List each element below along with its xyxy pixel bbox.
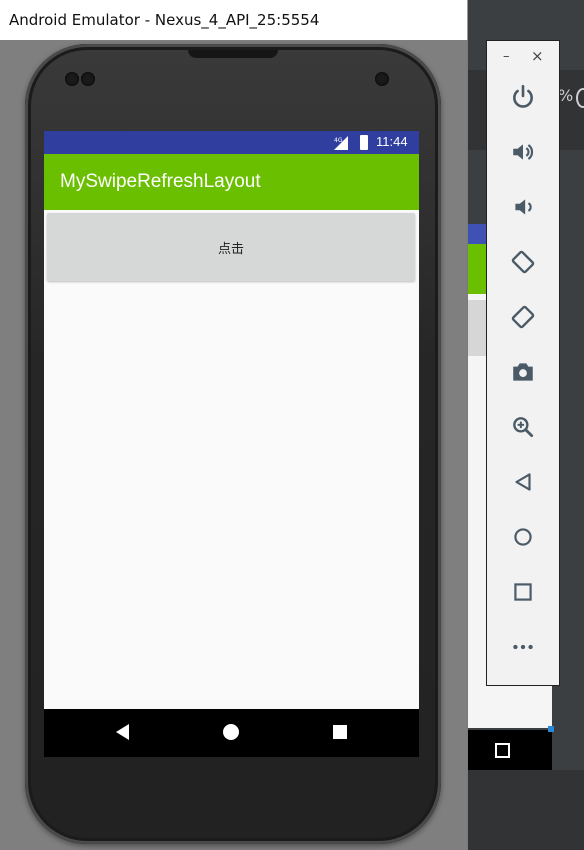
device-screen[interactable]: 4G 11:44 MySwipeRefreshLayout 点击 xyxy=(44,131,419,757)
click-button[interactable]: 点击 xyxy=(47,213,415,281)
ide-percent-text: % xyxy=(558,86,574,105)
resize-handle[interactable] xyxy=(548,726,554,732)
overview-icon xyxy=(514,583,532,601)
status-bar: 4G 11:44 xyxy=(44,131,419,154)
navigation-bar xyxy=(44,709,419,757)
background-nav-bar xyxy=(468,730,552,770)
home-icon[interactable] xyxy=(223,724,239,740)
window-title: Android Emulator - Nexus_4_API_25:5554 xyxy=(9,11,320,29)
speaker-grill xyxy=(188,50,278,58)
rotate-left-button[interactable] xyxy=(505,244,541,280)
rotate-right-icon xyxy=(511,305,535,329)
overview-icon xyxy=(495,743,510,758)
toolbar-header: – × xyxy=(487,41,559,71)
zoom-icon xyxy=(513,417,534,438)
power-button[interactable] xyxy=(505,79,541,115)
sensor xyxy=(65,72,79,86)
app-title: MySwipeRefreshLayout xyxy=(60,171,261,192)
emulator-toolbar: – × xyxy=(486,40,560,686)
home-icon xyxy=(514,528,532,546)
screenshot-button[interactable] xyxy=(505,354,541,390)
sensor xyxy=(81,72,95,86)
front-camera xyxy=(375,72,389,86)
more-button[interactable] xyxy=(505,629,541,665)
volume-up-icon xyxy=(513,144,534,160)
volume-down-icon xyxy=(515,199,532,215)
zoom-button[interactable] xyxy=(505,409,541,445)
minimize-button[interactable]: – xyxy=(503,49,510,64)
overview-icon[interactable] xyxy=(333,725,347,739)
home-button[interactable] xyxy=(505,519,541,555)
battery-icon xyxy=(360,135,368,150)
volume-down-button[interactable] xyxy=(505,189,541,225)
power-icon xyxy=(513,84,533,108)
volume-up-button[interactable] xyxy=(505,134,541,170)
svg-text:4G: 4G xyxy=(334,137,343,144)
overview-button[interactable] xyxy=(505,574,541,610)
rotate-left-icon xyxy=(511,250,535,274)
app-bar: MySwipeRefreshLayout xyxy=(44,154,419,210)
signal-icon: 4G xyxy=(334,136,348,150)
camera-icon xyxy=(513,363,533,381)
rotate-right-button[interactable] xyxy=(505,299,541,335)
emulator-title-bar[interactable]: Android Emulator - Nexus_4_API_25:5554 xyxy=(0,0,468,40)
back-icon xyxy=(515,473,531,491)
close-button[interactable]: × xyxy=(531,47,544,65)
status-time: 11:44 xyxy=(376,134,408,149)
more-icon xyxy=(513,644,533,650)
back-icon[interactable] xyxy=(116,724,129,740)
back-button[interactable] xyxy=(505,464,541,500)
